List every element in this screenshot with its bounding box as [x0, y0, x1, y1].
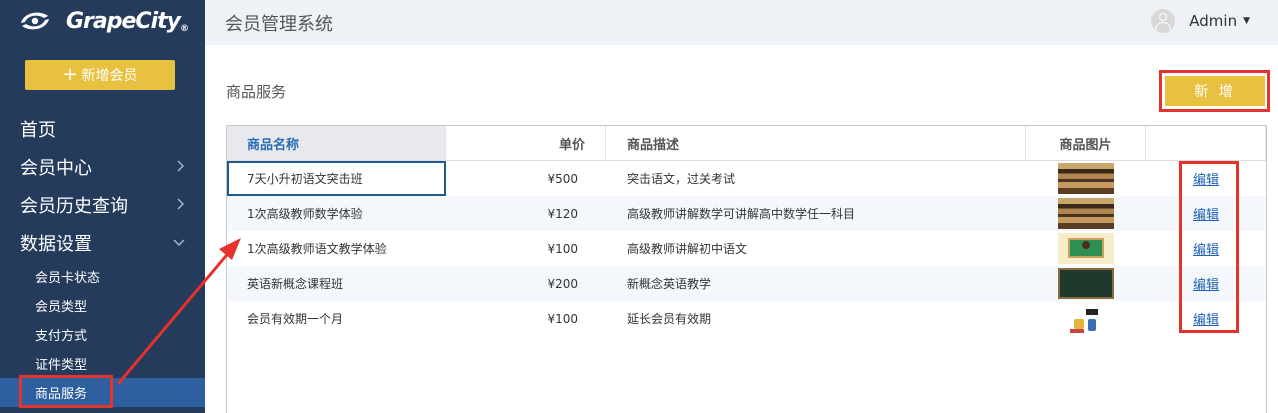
column-header-image[interactable]: 商品图片: [1026, 126, 1146, 160]
sidebar-nav: 首页 会员中心 会员历史查询 数据设置 会员卡状态 会员类型 支付方式 证件类型…: [0, 110, 205, 407]
sidebar-item-label: 首页: [20, 120, 56, 141]
table-row[interactable]: 会员有效期一个月 ¥100 延长会员有效期 编辑: [227, 301, 1266, 336]
education-icons-image: [1058, 303, 1114, 334]
cell-name[interactable]: 7天小升初语文突击班: [227, 161, 446, 196]
blackboard-photo-image: [1058, 268, 1114, 299]
cell-name[interactable]: 1次高级教师数学体验: [227, 196, 446, 231]
user-name: Admin: [1189, 12, 1238, 30]
caret-down-icon: ▼: [1243, 16, 1250, 26]
sidebar-item-label: 数据设置: [20, 234, 92, 255]
cell-image[interactable]: [1026, 196, 1146, 231]
sidebar-subitem-label: 会员类型: [35, 300, 88, 315]
annotation-box-new-button: [1159, 70, 1270, 112]
sidebar-subitem-label: 支付方式: [35, 329, 88, 344]
sidebar-item-member-history[interactable]: 会员历史查询: [0, 186, 205, 224]
cell-desc[interactable]: 高级教师讲解初中语文: [606, 231, 1026, 266]
sidebar-item-data-settings[interactable]: 数据设置: [0, 224, 205, 262]
sidebar-subitem-card-status[interactable]: 会员卡状态: [0, 262, 205, 291]
sidebar-subitem-id-type[interactable]: 证件类型: [0, 349, 205, 378]
table-row[interactable]: 英语新概念课程班 ¥200 新概念英语教学 编辑: [227, 266, 1266, 301]
brand-name: GrapeCity®: [66, 8, 189, 34]
app-title: 会员管理系统: [225, 14, 333, 35]
cell-desc[interactable]: 突击语文，过关考试: [606, 161, 1026, 196]
cell-desc[interactable]: 延长会员有效期: [606, 301, 1026, 336]
annotation-box-edit-links: [1179, 161, 1239, 333]
cell-image[interactable]: [1026, 161, 1146, 196]
sidebar-item-label: 会员历史查询: [20, 196, 128, 217]
table-row[interactable]: 1次高级教师语文教学体验 ¥100 高级教师讲解初中语文 编辑: [227, 231, 1266, 266]
cell-name[interactable]: 1次高级教师语文教学体验: [227, 231, 446, 266]
products-table: 商品名称 单价 商品描述 商品图片 7天小升初语文突击班 ¥500 突击语文，过…: [226, 125, 1267, 413]
teacher-illustration-image: [1058, 233, 1114, 264]
chevron-right-icon: [177, 160, 185, 175]
add-member-label: 新增会员: [81, 68, 138, 84]
sidebar-item-home[interactable]: 首页: [0, 110, 205, 148]
column-header-desc[interactable]: 商品描述: [606, 126, 1026, 160]
grapecity-logo-icon: [18, 6, 52, 36]
cell-image[interactable]: [1026, 301, 1146, 336]
cell-price[interactable]: ¥500: [446, 161, 606, 196]
classroom-photo-image: [1058, 163, 1114, 194]
sidebar-subitem-label: 会员卡状态: [35, 271, 101, 286]
chevron-down-icon: [173, 236, 185, 250]
sidebar-subitem-payment-method[interactable]: 支付方式: [0, 320, 205, 349]
sidebar-subitem-member-type[interactable]: 会员类型: [0, 291, 205, 320]
plus-icon: +: [62, 64, 78, 85]
table-header: 商品名称 单价 商品描述 商品图片: [227, 126, 1266, 161]
cell-price[interactable]: ¥100: [446, 301, 606, 336]
table-row[interactable]: 7天小升初语文突击班 ¥500 突击语文，过关考试 编辑: [227, 161, 1266, 196]
column-header-name[interactable]: 商品名称: [227, 126, 446, 160]
cell-price[interactable]: ¥120: [446, 196, 606, 231]
classroom-photo-image: [1058, 198, 1114, 229]
brand-logo[interactable]: GrapeCity®: [18, 6, 189, 36]
user-menu[interactable]: Admin ▼: [1151, 9, 1250, 33]
user-avatar-icon: [1151, 9, 1176, 33]
column-header-price[interactable]: 单价: [446, 126, 606, 160]
cell-desc[interactable]: 高级教师讲解数学可讲解高中数学任一科目: [606, 196, 1026, 231]
page-title: 商品服务: [226, 83, 287, 101]
cell-image[interactable]: [1026, 266, 1146, 301]
add-member-button[interactable]: + 新增会员: [25, 60, 175, 90]
column-header-actions: [1146, 126, 1266, 160]
cell-desc[interactable]: 新概念英语教学: [606, 266, 1026, 301]
cell-name[interactable]: 会员有效期一个月: [227, 301, 446, 336]
sidebar-item-member-center[interactable]: 会员中心: [0, 148, 205, 186]
chevron-right-icon: [177, 198, 185, 213]
sidebar-subitem-label: 证件类型: [35, 358, 88, 373]
cell-price[interactable]: ¥100: [446, 231, 606, 266]
annotation-box-sidebar: [19, 375, 113, 408]
sidebar: GrapeCity® + 新增会员 首页 会员中心 会员历史查询 数据设置 会员…: [0, 0, 205, 413]
cell-image[interactable]: [1026, 231, 1146, 266]
sidebar-item-label: 会员中心: [20, 158, 92, 179]
top-bar: 会员管理系统 Admin ▼: [205, 0, 1278, 45]
cell-name[interactable]: 英语新概念课程班: [227, 266, 446, 301]
table-row[interactable]: 1次高级教师数学体验 ¥120 高级教师讲解数学可讲解高中数学任一科目 编辑: [227, 196, 1266, 231]
cell-price[interactable]: ¥200: [446, 266, 606, 301]
